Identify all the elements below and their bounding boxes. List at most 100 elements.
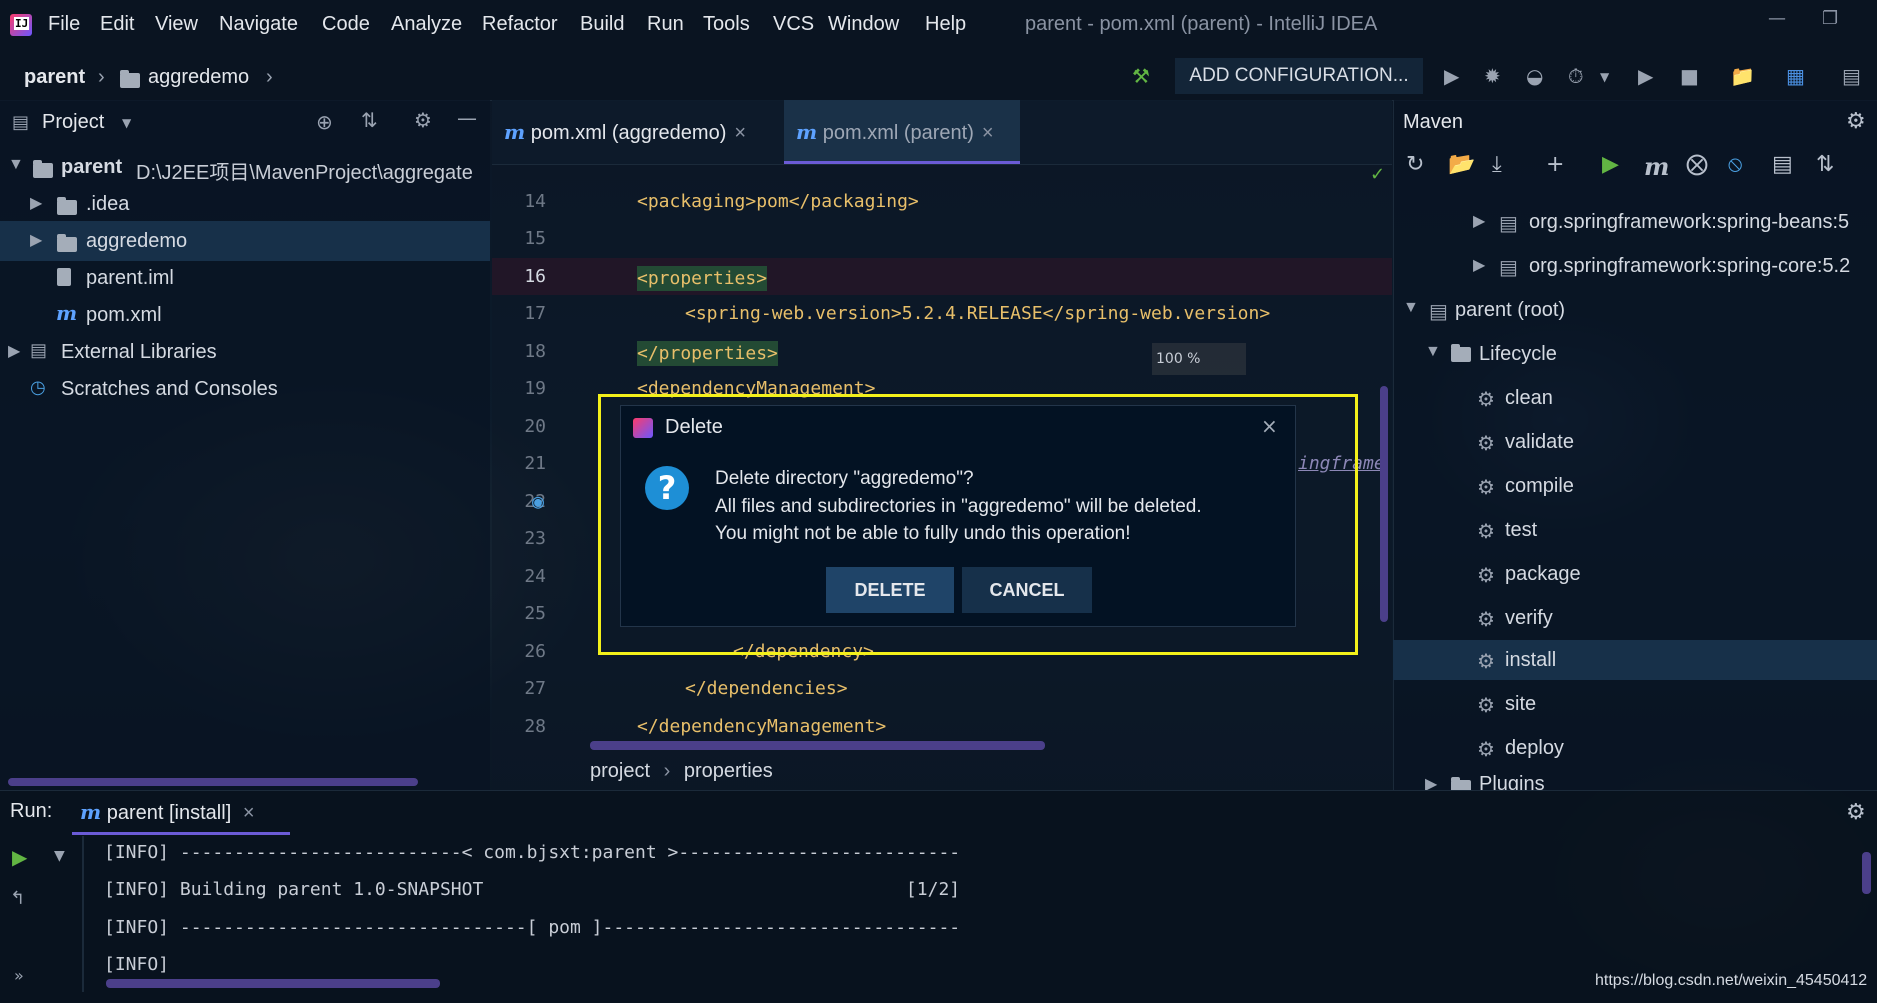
chevron-down-icon[interactable]: ▼ [8,156,24,174]
chevron-right-icon[interactable]: ▶ [1425,774,1437,790]
menu-window[interactable]: Window [828,13,899,36]
hide-panel-icon[interactable]: — [457,106,477,130]
download-icon[interactable]: ⤓ [1492,152,1502,177]
override-gutter-icon[interactable]: ◉ [532,489,544,513]
breadcrumb-parent[interactable]: parent [24,66,85,89]
code-line[interactable]: 17 <spring-web.version>5.2.4.RELEASE</sp… [492,295,1392,332]
gear-icon[interactable]: ⚙ [414,108,432,132]
chevron-down-icon[interactable]: ▼ [1600,70,1609,84]
menu-file[interactable]: File [48,13,80,36]
chevron-right-icon[interactable]: ▶ [1473,255,1485,275]
tree-item-idea[interactable]: ▶ .idea [0,184,490,224]
locate-icon[interactable]: ⊕ [316,110,333,134]
chevron-down-icon[interactable]: ▼ [1425,343,1441,361]
cancel-button[interactable]: CANCEL [962,567,1092,613]
chevron-right-icon[interactable]: ▶ [1473,211,1485,231]
skip-tests-icon[interactable]: ⦸ [1728,152,1742,177]
menu-build[interactable]: Build [580,13,624,36]
more-icon[interactable]: » [14,966,24,985]
horizontal-scrollbar[interactable] [8,778,418,786]
menu-edit[interactable]: Edit [100,13,134,36]
project-panel-title[interactable]: Project [42,111,104,134]
minimize-icon[interactable]: — [1768,8,1786,29]
menu-analyze[interactable]: Analyze [391,13,462,36]
code-line[interactable]: 14 <packaging>pom</packaging> [492,183,1392,220]
show-dependencies-icon[interactable]: ▤ [1772,152,1793,177]
build-hammer-icon[interactable]: ⚒ [1132,64,1150,88]
code-line[interactable]: 27 </dependencies> [492,670,1392,707]
maven-goal-site[interactable]: ⚙ site [1393,684,1877,724]
tree-item-external-libraries[interactable]: ▶ ▤ External Libraries [0,332,490,372]
menu-tools[interactable]: Tools [703,13,750,36]
tree-item-parent[interactable]: ▼ parent D:\J2EE项目\MavenProject\aggregat… [0,147,490,187]
maven-goal-compile[interactable]: ⚙ compile [1393,466,1877,506]
translate-icon[interactable]: ▦ [1786,64,1805,88]
maven-lifecycle-row[interactable]: ▼ Lifecycle [1393,334,1877,374]
close-icon[interactable]: × [734,122,746,144]
breadcrumb-aggredemo[interactable]: aggredemo [148,66,249,89]
maven-goal-icon[interactable]: m [1644,152,1669,181]
maven-goal-validate[interactable]: ⚙ validate [1393,422,1877,462]
close-icon[interactable]: × [243,802,255,824]
tree-item-parent-iml[interactable]: parent.iml [0,258,490,298]
maven-plugins-row[interactable]: ▶ Plugins [1393,772,1877,790]
menu-navigate[interactable]: Navigate [219,13,298,36]
project-structure-icon[interactable]: 📁 [1730,64,1755,88]
run-secondary-icon[interactable]: ▶ [1638,64,1653,88]
menu-code[interactable]: Code [322,13,370,36]
menu-view[interactable]: View [155,13,198,36]
code-line[interactable]: 16 <properties> [492,258,1392,295]
tree-item-scratches[interactable]: ◷ Scratches and Consoles [0,369,490,409]
code-line[interactable]: 18 </properties> [492,333,1392,370]
menu-help[interactable]: Help [925,13,966,36]
generate-sources-icon[interactable]: 📂 [1448,152,1475,177]
chevron-right-icon[interactable]: ▶ [30,230,42,250]
maven-goal-install[interactable]: ⚙ install [1393,640,1877,680]
close-icon[interactable]: × [982,122,994,144]
chevron-down-icon[interactable]: ▼ [122,116,131,130]
editor-vertical-scrollbar[interactable] [1380,386,1388,622]
profile-icon[interactable]: ⏱ [1568,64,1584,88]
chevron-right-icon[interactable]: ▶ [8,341,20,361]
toggle-tree-icon[interactable]: ↰ [10,888,25,909]
add-configuration-button[interactable]: ADD CONFIGURATION... [1175,58,1423,94]
close-icon[interactable]: × [1261,414,1278,438]
coverage-icon[interactable]: ◒ [1526,64,1543,88]
toggle-offline-icon[interactable]: ⨂ [1686,152,1708,177]
menu-refactor[interactable]: Refactor [482,13,558,36]
breadcrumb-project[interactable]: project [590,760,650,782]
maven-goal-clean[interactable]: ⚙ clean [1393,378,1877,418]
maven-dependency-row[interactable]: ▶ ▤ org.springframework:spring-beans:5 [1393,202,1877,242]
gear-icon[interactable]: ⚙ [1846,109,1866,134]
editor-horizontal-scrollbar[interactable] [590,741,1045,750]
chevron-right-icon[interactable]: ▶ [30,193,42,213]
tab-pom-parent[interactable]: m pom.xml (parent) × [784,100,1020,164]
run-tab-parent-install[interactable]: m parent [install] × [72,792,290,835]
breadcrumb-properties[interactable]: properties [684,760,773,782]
code-line[interactable]: 28 </dependencyManagement> [492,708,1392,745]
maven-goal-verify[interactable]: ⚙ verify [1393,598,1877,638]
tab-pom-aggredemo[interactable]: m pom.xml (aggredemo) × [492,100,782,164]
maven-dependency-row[interactable]: ▶ ▤ org.springframework:spring-core:5.2 [1393,246,1877,286]
stop-icon[interactable]: ■ [1680,64,1699,88]
log-vertical-scrollbar[interactable] [1862,852,1871,894]
rerun-icon[interactable]: ▶ [12,845,27,869]
restore-icon[interactable]: ❐ [1822,8,1838,29]
maven-goal-deploy[interactable]: ⚙ deploy [1393,728,1877,768]
presentation-icon[interactable]: ▤ [1842,64,1861,88]
reload-icon[interactable]: ↻ [1406,152,1424,177]
gear-icon[interactable]: ⚙ [1846,800,1866,825]
maven-goal-package[interactable]: ⚙ package [1393,554,1877,594]
run-icon[interactable]: ▶ [1444,64,1459,88]
run-icon[interactable]: ▶ [1602,152,1619,177]
menu-run[interactable]: Run [647,13,684,36]
collapse-all-icon[interactable]: ⇅ [361,108,378,132]
maven-project-row[interactable]: ▼ ▤ parent (root) [1393,290,1877,330]
chevron-down-icon[interactable]: ▼ [54,848,65,864]
add-icon[interactable]: + [1546,152,1564,177]
debug-icon[interactable]: ✹ [1484,64,1501,88]
tree-item-aggredemo[interactable]: ▶ aggredemo [0,221,490,261]
maven-goal-test[interactable]: ⚙ test [1393,510,1877,550]
log-horizontal-scrollbar[interactable] [106,979,440,988]
tree-item-pom-xml[interactable]: m pom.xml [0,295,490,335]
